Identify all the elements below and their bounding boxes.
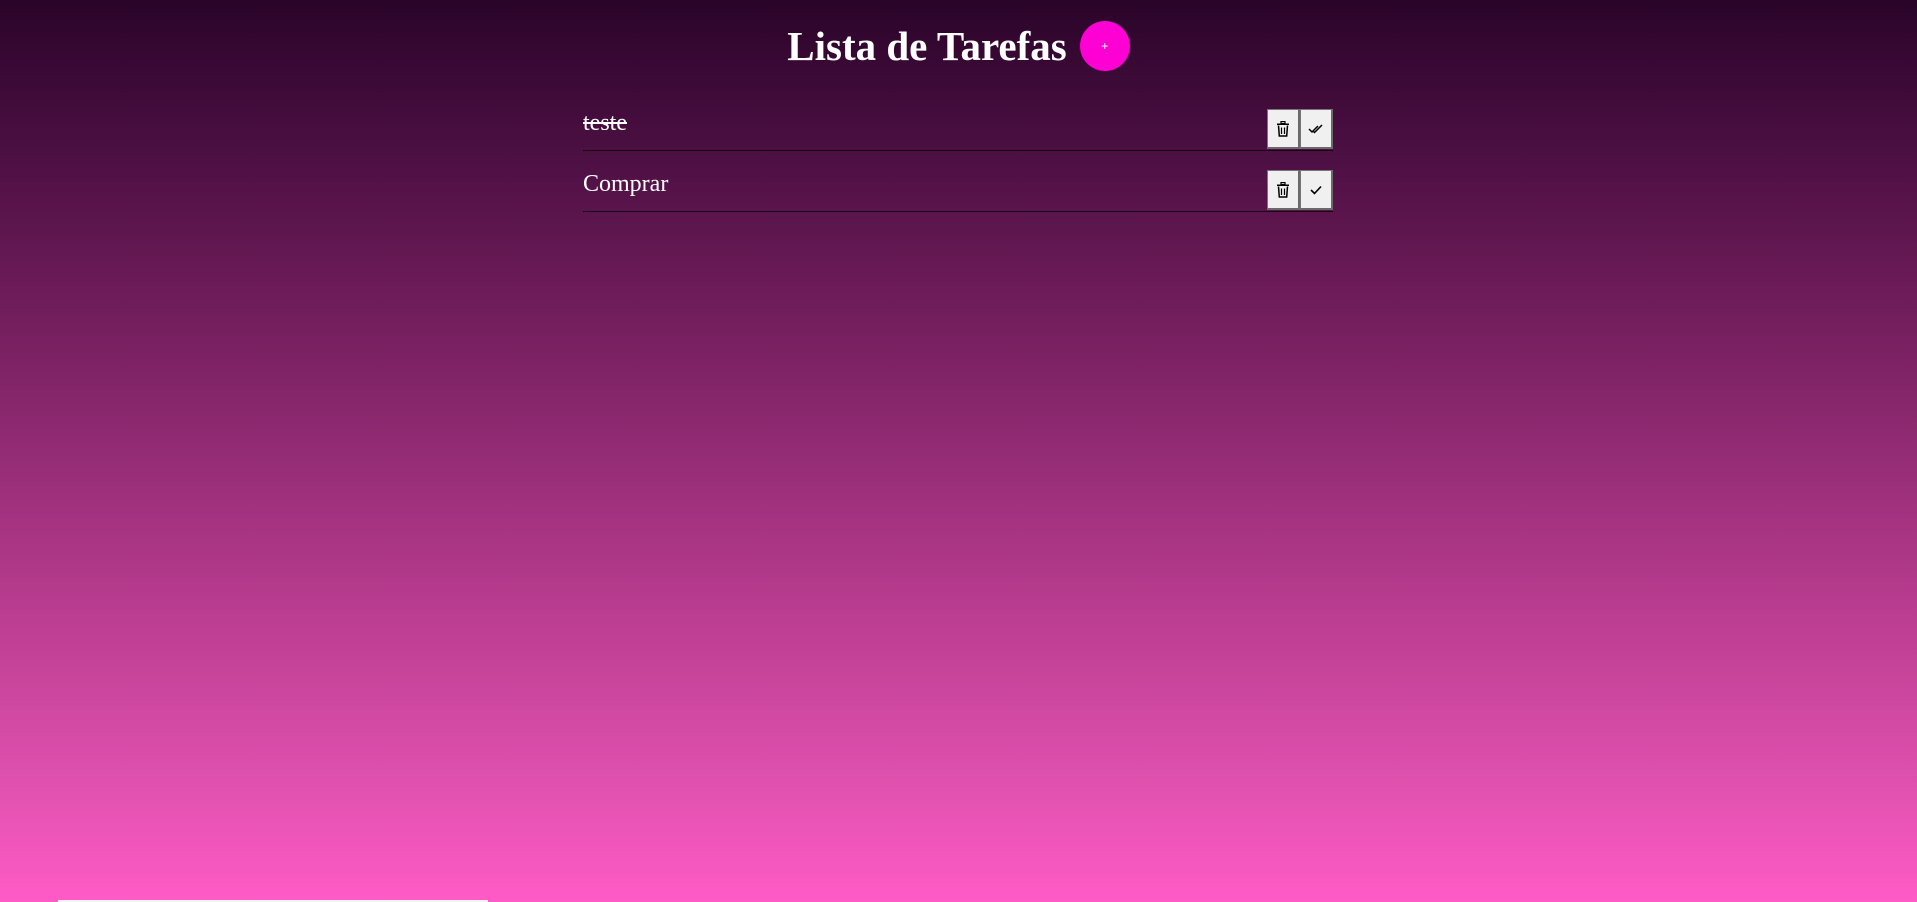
task-text: teste	[583, 110, 627, 136]
complete-task-button[interactable]	[1300, 170, 1333, 210]
task-text: Comprar	[583, 171, 669, 197]
task-actions	[1267, 170, 1333, 210]
task-item: Comprar	[583, 163, 1333, 212]
check-icon	[1309, 184, 1323, 196]
page-header: Lista de Tarefas +	[0, 20, 1917, 72]
task-item: teste	[583, 102, 1333, 151]
plus-icon: +	[1101, 39, 1109, 53]
delete-task-button[interactable]	[1267, 170, 1300, 210]
task-list: teste Comprar	[583, 102, 1333, 224]
page-title: Lista de Tarefas	[787, 23, 1067, 69]
trash-icon	[1276, 120, 1290, 137]
delete-task-button[interactable]	[1267, 109, 1300, 149]
task-actions	[1267, 109, 1333, 149]
complete-task-button[interactable]	[1300, 109, 1333, 149]
add-task-button[interactable]: +	[1079, 21, 1130, 71]
trash-icon	[1276, 181, 1290, 198]
double-check-icon	[1308, 123, 1324, 135]
